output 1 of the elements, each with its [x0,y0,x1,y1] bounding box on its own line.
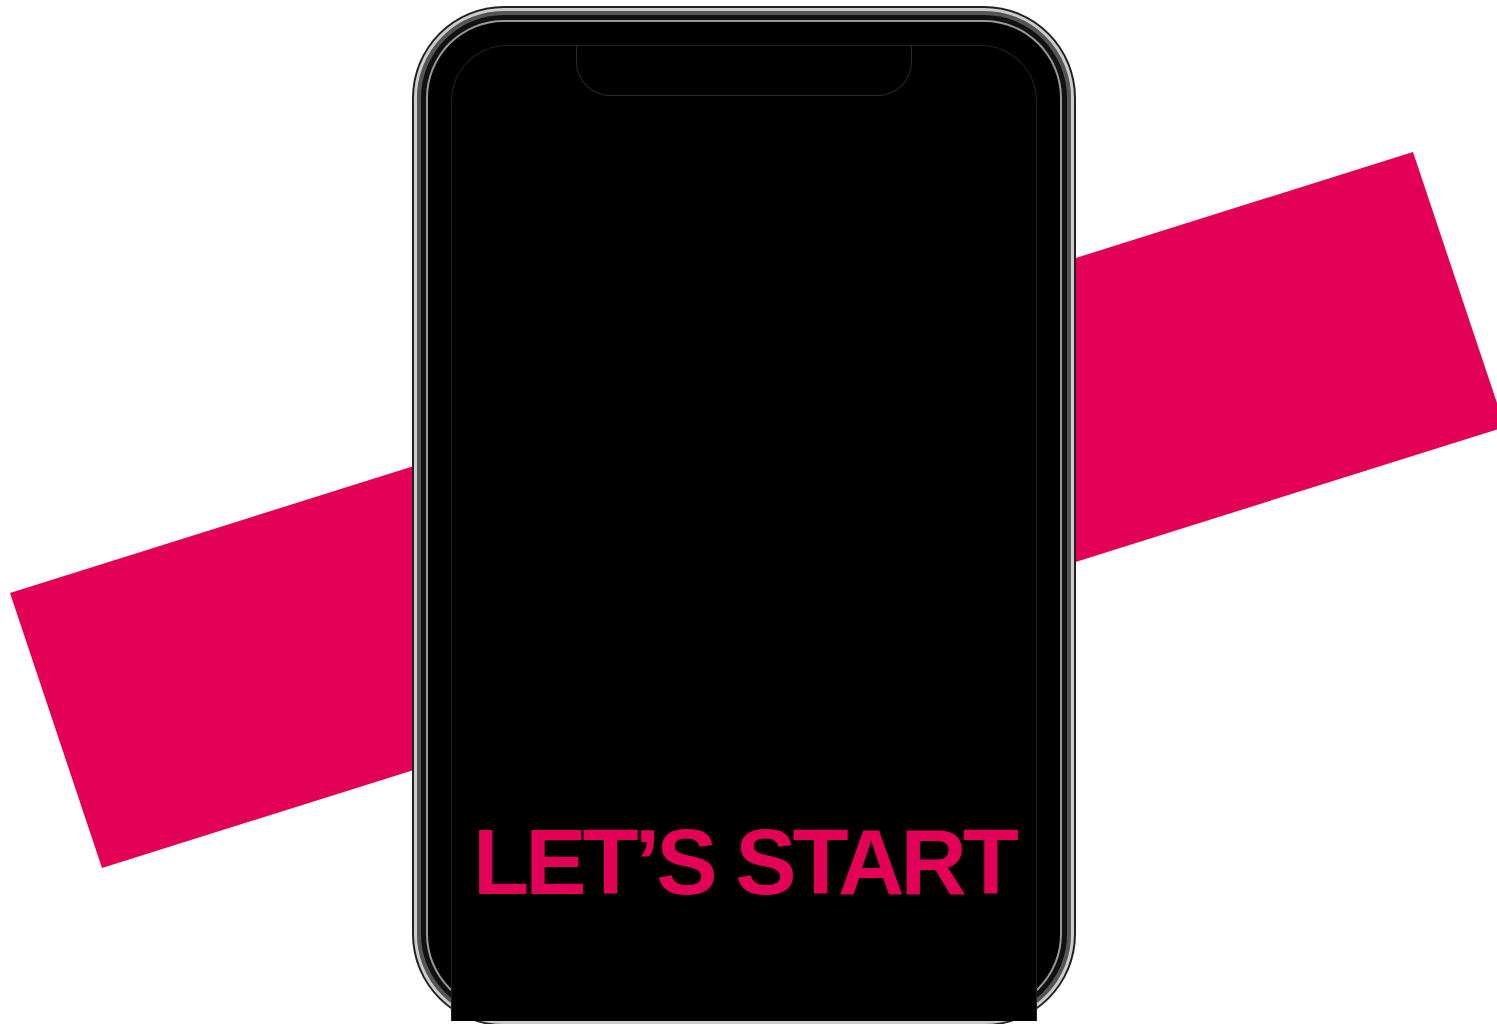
headline: LET’S START [471,812,1017,914]
